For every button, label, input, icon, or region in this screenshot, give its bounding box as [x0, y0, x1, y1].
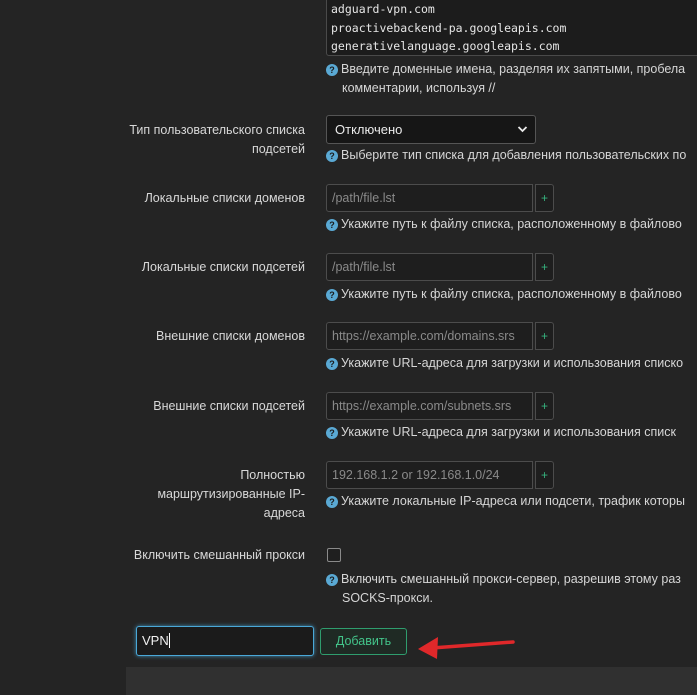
fully-routed-ips-help: ? Укажите локальные IP-адреса или подсети… [326, 492, 685, 511]
help-icon: ? [326, 358, 338, 370]
help-icon: ? [326, 219, 338, 231]
help-icon: ? [326, 427, 338, 439]
add-section-button[interactable]: Добавить [320, 628, 407, 655]
help-icon: ? [326, 496, 338, 508]
external-domain-lists-label: Внешние списки доменов [156, 329, 305, 343]
external-subnet-lists-input[interactable]: https://example.com/subnets.srs [326, 392, 533, 420]
external-subnet-lists-help: ? Укажите URL-адреса для загрузки и испол… [326, 423, 676, 442]
domains-help: ? Введите доменные имена, разделяя их зап… [326, 60, 685, 98]
mixed-proxy-checkbox[interactable] [327, 548, 341, 562]
domain-line: generativelanguage.googleapis.com [331, 39, 560, 53]
help-icon: ? [326, 150, 338, 162]
domains-textarea[interactable]: adguard-vpn.com proactivebackend-pa.goog… [326, 0, 697, 56]
section-name-input[interactable]: VPN [136, 626, 314, 656]
fully-routed-ips-label: Полностью маршрутизированные IP-адреса [157, 468, 305, 520]
domain-line: proactivebackend-pa.googleapis.com [331, 20, 567, 35]
text-caret [168, 633, 170, 648]
add-local-subnet-list-button[interactable]: + [535, 253, 554, 281]
local-subnet-lists-label: Локальные списки подсетей [141, 260, 305, 274]
bottom-panel [126, 667, 697, 695]
external-subnet-lists-label: Внешние списки подсетей [153, 399, 305, 413]
local-subnet-lists-input[interactable]: /path/file.lst [326, 253, 533, 281]
local-domain-lists-input[interactable]: /path/file.lst [326, 184, 533, 212]
external-domain-lists-help: ? Укажите URL-адреса для загрузки и испол… [326, 354, 683, 373]
add-external-subnet-list-button[interactable]: + [535, 392, 554, 420]
settings-form: adguard-vpn.com proactivebackend-pa.goog… [0, 0, 697, 695]
help-icon: ? [326, 289, 338, 301]
local-domain-lists-label: Локальные списки доменов [144, 191, 305, 205]
red-arrow-annotation-icon [418, 637, 515, 659]
subnet-list-type-select[interactable]: Отключено [326, 115, 536, 144]
add-local-domain-list-button[interactable]: + [535, 184, 554, 212]
external-domain-lists-input[interactable]: https://example.com/domains.srs [326, 322, 533, 350]
domain-line: adguard-vpn.com [331, 2, 435, 16]
help-icon: ? [326, 574, 338, 586]
mixed-proxy-label: Включить смешанный прокси [133, 548, 305, 562]
local-domain-lists-help: ? Укажите путь к файлу списка, расположен… [326, 215, 682, 234]
help-icon: ? [326, 64, 338, 76]
subnet-list-type-help: ? Выберите тип списка для добавления поль… [326, 146, 686, 165]
mixed-proxy-help: ? Включить смешанный прокси-сервер, разре… [326, 570, 681, 608]
add-fully-routed-ip-button[interactable]: + [535, 461, 554, 489]
local-subnet-lists-help: ? Укажите путь к файлу списка, расположен… [326, 285, 682, 304]
fully-routed-ips-input[interactable]: 192.168.1.2 or 192.168.1.0/24 [326, 461, 533, 489]
subnet-list-type-label: Тип пользовательского списка подсетей [129, 123, 305, 156]
add-external-domain-list-button[interactable]: + [535, 322, 554, 350]
